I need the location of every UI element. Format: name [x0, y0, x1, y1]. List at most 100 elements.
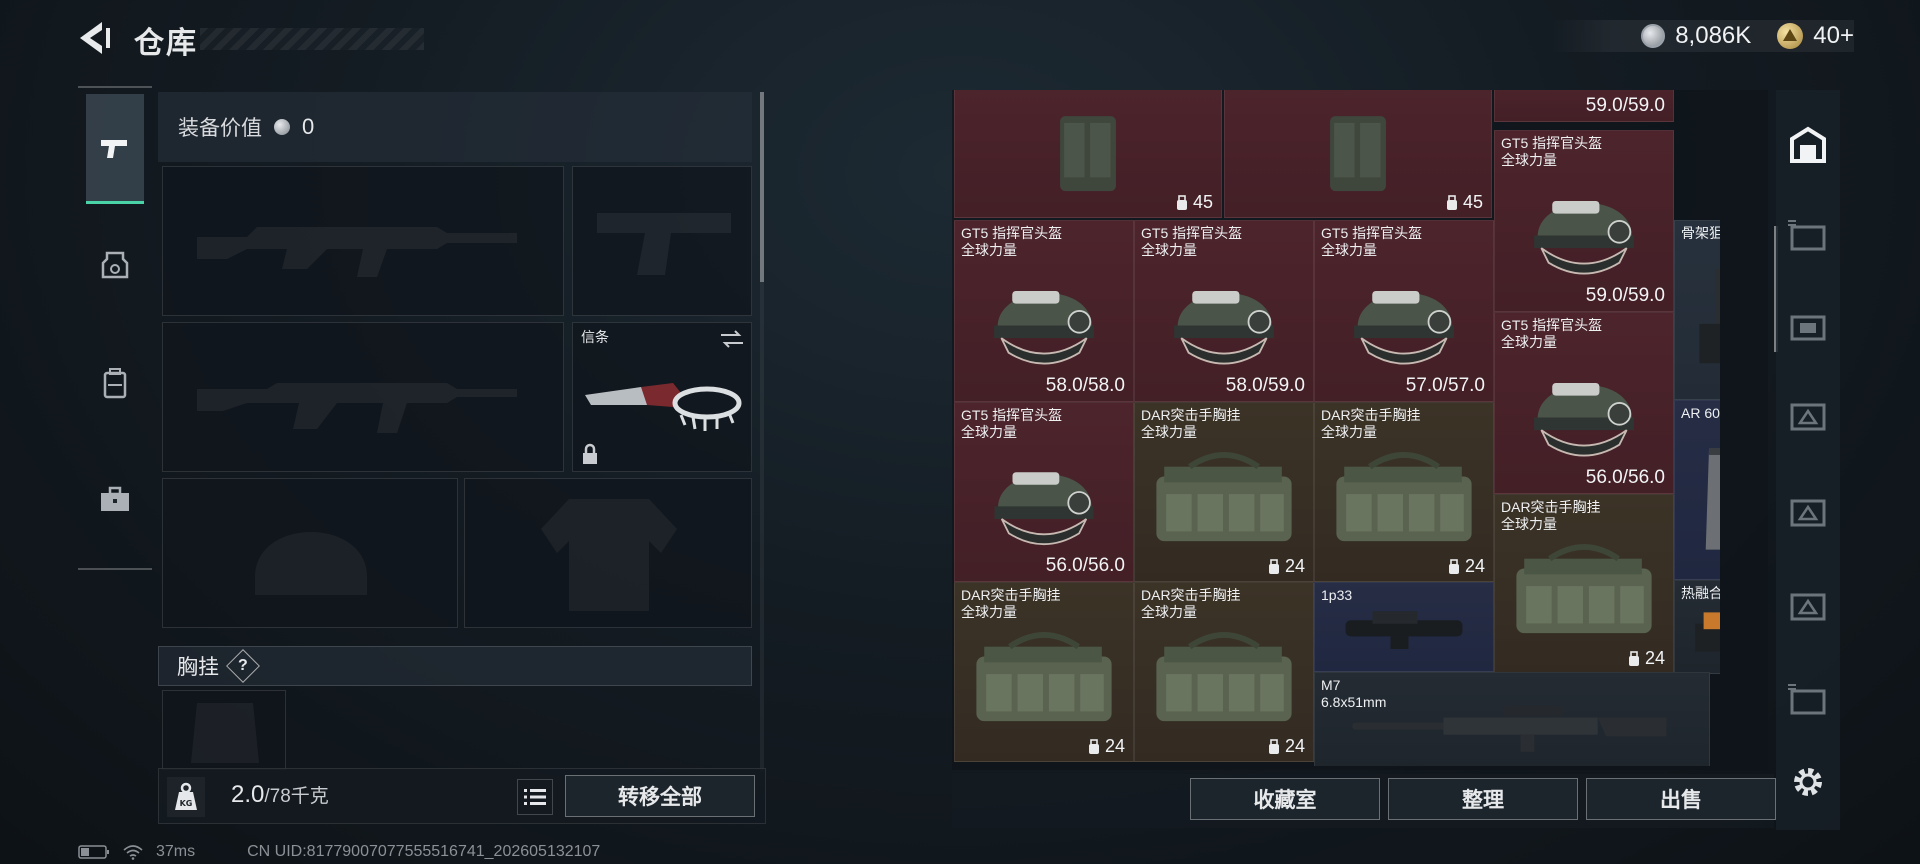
stash-item-cell[interactable]: DAR突击手胸挂 全球力量 24	[954, 582, 1134, 762]
gold-amount[interactable]: 40+	[1813, 22, 1854, 50]
stash-item-cell[interactable]: 骨架狙击	[1674, 220, 1720, 400]
body-armor-slot[interactable]	[464, 478, 752, 628]
stash-item-cell[interactable]: 45	[954, 90, 1222, 218]
item-capacity-value: 24	[1104, 736, 1125, 756]
item-capacity-value: 24	[1464, 556, 1485, 576]
item-name: DAR突击手胸挂 全球力量	[1321, 407, 1421, 440]
item-durability: 58.0/59.0	[1225, 375, 1305, 396]
tab-case[interactable]	[86, 444, 144, 554]
sell-button[interactable]: 出售	[1586, 778, 1776, 820]
tab-weapons[interactable]	[86, 94, 144, 204]
item-capacity: 24	[1087, 736, 1125, 757]
tab-stash-main[interactable]	[1782, 110, 1834, 180]
melee-name: 信条	[581, 329, 609, 345]
transfer-all-button[interactable]: 转移全部	[565, 775, 755, 817]
silver-coin-icon	[274, 119, 290, 135]
item-capacity: 24	[1447, 556, 1485, 577]
currency-bar: 8,086K 40+	[1551, 20, 1854, 52]
stash-item-cell[interactable]: AR 60扩容	[1674, 400, 1720, 580]
chest-rig-slot[interactable]	[162, 690, 286, 770]
title-decoration	[200, 28, 424, 50]
stash-item-cell[interactable]: GT5 指挥官头盔 全球力量 56.0/56.0	[954, 402, 1134, 582]
stash-page-icon	[1790, 499, 1826, 527]
chest-rig-header: 胸挂 ?	[158, 646, 752, 686]
tab-stash-2[interactable]	[1782, 200, 1834, 270]
list-icon	[524, 789, 546, 805]
stash-item-cell[interactable]: DAR突击手胸挂 全球力量 24	[1134, 402, 1314, 582]
secondary-weapon-slot[interactable]	[162, 322, 564, 472]
item-name: DAR突击手胸挂 全球力量	[1141, 407, 1241, 440]
scope-icon	[1345, 611, 1463, 650]
tab-backpack[interactable]	[86, 328, 144, 438]
helmet-icon	[994, 472, 1094, 545]
back-arrow-icon[interactable]	[76, 18, 116, 58]
list-view-button[interactable]	[517, 779, 553, 815]
battery-icon	[78, 845, 109, 859]
pistol-silhouette-icon	[597, 213, 731, 275]
max-weight: /78千克	[264, 786, 329, 807]
backpack-icon	[1060, 115, 1116, 191]
backpack-icon	[103, 368, 127, 399]
chest-rig-icon	[1156, 452, 1292, 542]
loadout-panel: 装备价值 0 信条 胸挂 ? KG 2.0/78千克 转移全部	[158, 92, 766, 832]
top-bar: 仓库 8,086K 40+	[0, 0, 1920, 80]
lock-icon	[583, 443, 597, 464]
organize-button[interactable]: 整理	[1388, 778, 1578, 820]
ping-value: 37ms	[156, 843, 196, 860]
item-capacity: 24	[1627, 648, 1665, 669]
capacity-icon	[1448, 558, 1459, 574]
collection-room-button[interactable]: 收藏室	[1190, 778, 1380, 820]
sidearm-slot[interactable]	[572, 166, 752, 316]
helmet-slot[interactable]	[162, 478, 458, 628]
gold-coin-icon	[1777, 23, 1804, 49]
item-name: GT5 指挥官头盔 全球力量	[1141, 225, 1243, 258]
item-name: GT5 指挥官头盔 全球力量	[961, 407, 1063, 440]
tab-stash-4[interactable]	[1782, 380, 1834, 450]
armor-icon	[101, 251, 129, 279]
primary-weapon-slot[interactable]	[162, 166, 564, 316]
item-capacity-value: 45	[1192, 192, 1213, 212]
stash-page-icon	[1790, 403, 1826, 431]
item-capacity: 45	[1175, 192, 1213, 213]
rifle-silhouette-icon	[197, 383, 517, 433]
tab-stash-7[interactable]	[1782, 664, 1834, 734]
briefcase-icon	[101, 486, 129, 511]
silver-coin-icon	[1641, 24, 1666, 48]
stash-grid: 45 45 59.0/59.0 GT5 指挥官头盔 全球力量 59.0/59.0 GT5 …	[954, 90, 1720, 766]
settings-gear-icon[interactable]	[1788, 762, 1828, 802]
stash-item-cell[interactable]: DAR突击手胸挂 全球力量 24	[1314, 402, 1494, 582]
stash-item-cell[interactable]: GT5 指挥官头盔 全球力量 58.0/58.0	[954, 220, 1134, 402]
tab-stash-5[interactable]	[1782, 476, 1834, 546]
stash-item-cell[interactable]: GT5 指挥官头盔 全球力量 56.0/56.0	[1494, 312, 1674, 494]
stash-item-cell[interactable]: M7 6.8x51mm	[1314, 672, 1710, 766]
item-name: GT5 指挥官头盔 全球力量	[1501, 317, 1603, 350]
capacity-icon	[1176, 194, 1187, 210]
stash-item-cell[interactable]: 热融合 全息	[1674, 580, 1720, 674]
user-uid: CN UID:81779007077555516741_202605132107	[247, 843, 601, 860]
stash-item-cell[interactable]: GT5 指挥官头盔 全球力量 59.0/59.0	[1494, 130, 1674, 312]
stash-page-icon	[1788, 684, 1826, 715]
stash-item-cell[interactable]: GT5 指挥官头盔 全球力量 58.0/59.0	[1134, 220, 1314, 402]
stash-item-cell[interactable]: 59.0/59.0	[1494, 90, 1674, 122]
item-name: DAR突击手胸挂 全球力量	[1141, 587, 1241, 620]
melee-slot[interactable]: 信条	[572, 322, 752, 472]
stash-item-cell[interactable]: DAR突击手胸挂 全球力量 24	[1494, 494, 1674, 674]
chest-rig-silhouette-icon	[191, 703, 259, 763]
capacity-icon	[1268, 738, 1279, 754]
loadout-scrollbar[interactable]	[760, 92, 764, 772]
item-name: DAR突击手胸挂 全球力量	[1501, 499, 1601, 532]
weight-value: 2.0/78千克	[231, 781, 329, 809]
stash-item-cell[interactable]: 45	[1224, 90, 1492, 218]
stash-item-cell[interactable]: DAR突击手胸挂 全球力量 24	[1134, 582, 1314, 762]
stash-item-cell[interactable]: 1p33	[1314, 582, 1494, 672]
item-name: AR 60扩容	[1681, 405, 1720, 421]
helmet-icon	[1534, 382, 1634, 457]
svg-text:KG: KG	[180, 799, 193, 808]
stash-item-cell[interactable]: GT5 指挥官头盔 全球力量 57.0/57.0	[1314, 220, 1494, 402]
equipment-value: 0	[302, 114, 315, 139]
tab-stash-6[interactable]	[1782, 570, 1834, 640]
help-icon[interactable]: ?	[226, 649, 260, 683]
swap-icon[interactable]	[719, 329, 745, 349]
tab-armor[interactable]	[86, 210, 144, 320]
tab-stash-3[interactable]	[1782, 290, 1834, 360]
